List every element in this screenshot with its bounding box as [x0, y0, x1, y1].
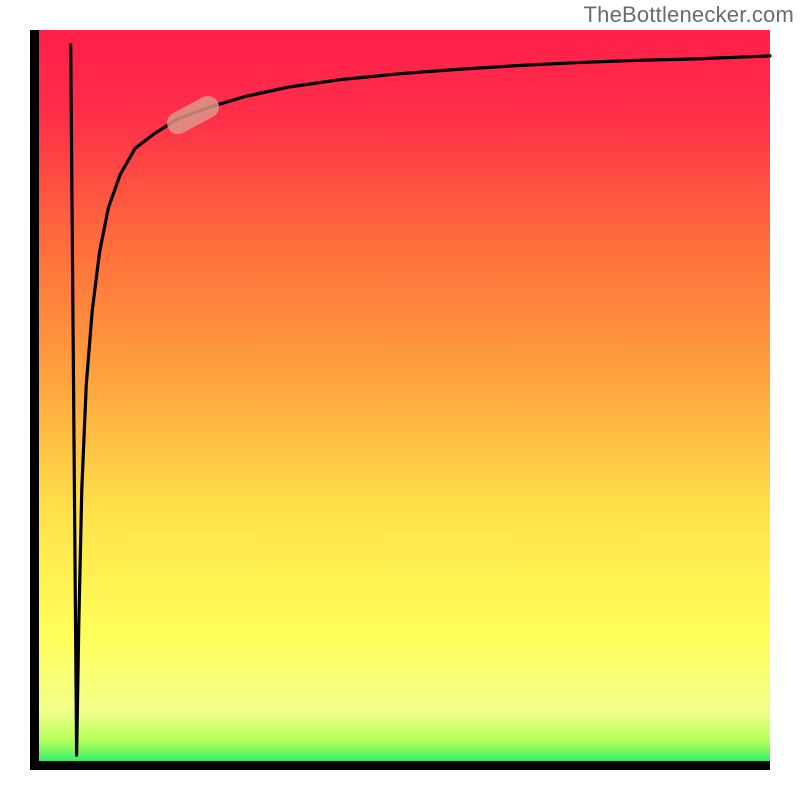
watermark: TheBottlenecker.com	[584, 2, 794, 28]
stage: TheBottlenecker.com	[0, 0, 800, 800]
chart-curve	[30, 30, 770, 770]
plot-area	[30, 30, 770, 770]
